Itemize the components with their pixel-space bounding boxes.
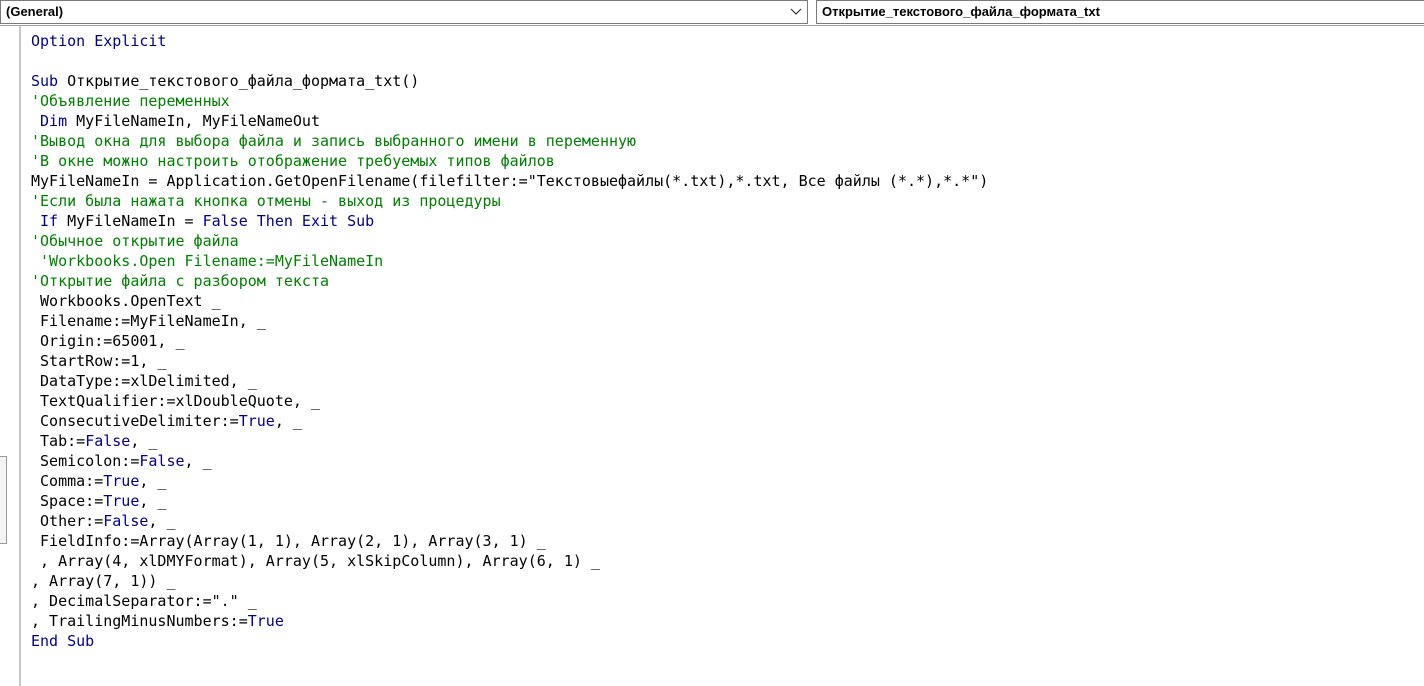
code-line[interactable]: Origin:=65001, _ [31,331,988,351]
keyword-token: True [103,472,140,490]
code-line[interactable]: 'Обычное открытие файла [31,231,988,251]
code-text[interactable]: Option Explicit Sub Открытие_текстового_ф… [31,31,988,651]
keyword-token: True [247,612,284,630]
code-line[interactable]: Workbooks.OpenText _ [31,291,988,311]
code-token: Workbooks.OpenText _ [31,292,221,310]
code-line[interactable]: , TrailingMinusNumbers:=True [31,611,988,631]
code-line[interactable]: Space:=True, _ [31,491,988,511]
keyword-token: False [85,432,131,450]
keyword-token: True [238,412,275,430]
keyword-token: End Sub [31,632,95,650]
code-line[interactable]: Other:=False, _ [31,511,988,531]
code-line[interactable]: Filename:=MyFileNameIn, _ [31,311,988,331]
keyword-token: False [103,512,149,530]
code-token: StartRow:=1, _ [31,352,167,370]
code-token: Tab:= [31,432,86,450]
code-line[interactable]: , DecimalSeparator:="." _ [31,591,988,611]
code-line[interactable]: Semicolon:=False, _ [31,451,988,471]
code-line[interactable]: Sub Открытие_текстового_файла_формата_tx… [31,71,988,91]
comment-token: 'Объявление переменных [31,92,230,110]
comment-token: 'Вывод окна для выбора файла и запись вы… [31,132,637,150]
code-token: Открытие_текстового_файла_формата_txt() [58,72,420,90]
collapsed-panel-edge [0,456,7,544]
comment-token: 'В окне можно настроить отображение треб… [31,152,555,170]
comment-token: 'Workbooks.Open Filename:=MyFileNameIn [31,252,384,270]
code-token: MyFileNameIn = Application.GetOpenFilena… [31,172,989,190]
code-line[interactable]: End Sub [31,631,988,651]
code-line[interactable]: 'Если была нажата кнопка отмены - выход … [31,191,988,211]
keyword-token: Dim [31,112,68,130]
code-line[interactable]: If MyFileNameIn = False Then Exit Sub [31,211,988,231]
keyword-token: If [31,212,59,230]
code-token: , _ [148,512,176,530]
comment-token: 'Открытие файла с разбором текста [31,272,330,290]
code-token: , TrailingMinusNumbers:= [31,612,248,630]
code-line[interactable]: 'Открытие файла с разбором текста [31,271,988,291]
comment-token: 'Обычное открытие файла [31,232,239,250]
code-line[interactable]: Dim MyFileNameIn, MyFileNameOut [31,111,988,131]
code-line[interactable]: Option Explicit [31,31,988,51]
code-token: Comma:= [31,472,104,490]
keyword-token: False Then Exit Sub [202,212,375,230]
code-line[interactable]: MyFileNameIn = Application.GetOpenFilena… [31,171,988,191]
keyword-token: False [139,452,185,470]
code-line[interactable]: FieldInfo:=Array(Array(1, 1), Array(2, 1… [31,531,988,551]
procedure-combobox-value: Открытие_текстового_файла_формата_txt [822,4,1100,19]
code-token: TextQualifier:=xlDoubleQuote, _ [31,392,320,410]
keyword-token: True [103,492,140,510]
code-line[interactable]: TextQualifier:=xlDoubleQuote, _ [31,391,988,411]
code-token: , _ [139,472,167,490]
code-line[interactable]: Comma:=True, _ [31,471,988,491]
code-token: DataType:=xlDelimited, _ [31,372,257,390]
chevron-down-icon[interactable] [785,1,807,23]
code-token: , _ [274,412,302,430]
code-token: Other:= [31,512,104,530]
code-line[interactable]: ConsecutiveDelimiter:=True, _ [31,411,988,431]
code-token: MyFileNameIn = [58,212,203,230]
code-token: , Array(7, 1)) _ [31,572,176,590]
code-token: , _ [130,432,158,450]
code-line[interactable]: , Array(4, xlDMYFormat), Array(5, xlSkip… [31,551,988,571]
code-token: Filename:=MyFileNameIn, _ [31,312,266,330]
code-line[interactable]: 'В окне можно настроить отображение треб… [31,151,988,171]
code-line[interactable]: Tab:=False, _ [31,431,988,451]
object-combobox[interactable]: (General) [0,0,808,24]
code-line[interactable]: StartRow:=1, _ [31,351,988,371]
code-line[interactable]: 'Объявление переменных [31,91,988,111]
margin-indicator-bar[interactable] [0,26,21,686]
keyword-token: Option Explicit [31,32,167,50]
code-token: , _ [184,452,212,470]
code-token: , Array(4, xlDMYFormat), Array(5, xlSkip… [31,552,600,570]
code-token: Origin:=65001, _ [31,332,185,350]
object-combobox-value: (General) [6,4,64,19]
code-line[interactable]: DataType:=xlDelimited, _ [31,371,988,391]
code-token: ConsecutiveDelimiter:= [31,412,239,430]
code-editor[interactable]: Option Explicit Sub Открытие_текстового_ф… [0,25,1424,686]
comment-token: 'Если была нажата кнопка отмены - выход … [31,192,501,210]
code-token: Space:= [31,492,104,510]
code-token: , DecimalSeparator:="." _ [31,592,257,610]
code-token: , _ [139,492,167,510]
code-token: MyFileNameIn, MyFileNameOut [67,112,320,130]
code-line[interactable]: 'Workbooks.Open Filename:=MyFileNameIn [31,251,988,271]
code-line[interactable]: 'Вывод окна для выбора файла и запись вы… [31,131,988,151]
keyword-token: Sub [31,72,59,90]
code-line[interactable]: , Array(7, 1)) _ [31,571,988,591]
code-token: FieldInfo:=Array(Array(1, 1), Array(2, 1… [31,532,546,550]
code-line[interactable] [31,51,988,71]
code-token: Semicolon:= [31,452,140,470]
procedure-combobox[interactable]: Открытие_текстового_файла_формата_txt [816,0,1424,24]
